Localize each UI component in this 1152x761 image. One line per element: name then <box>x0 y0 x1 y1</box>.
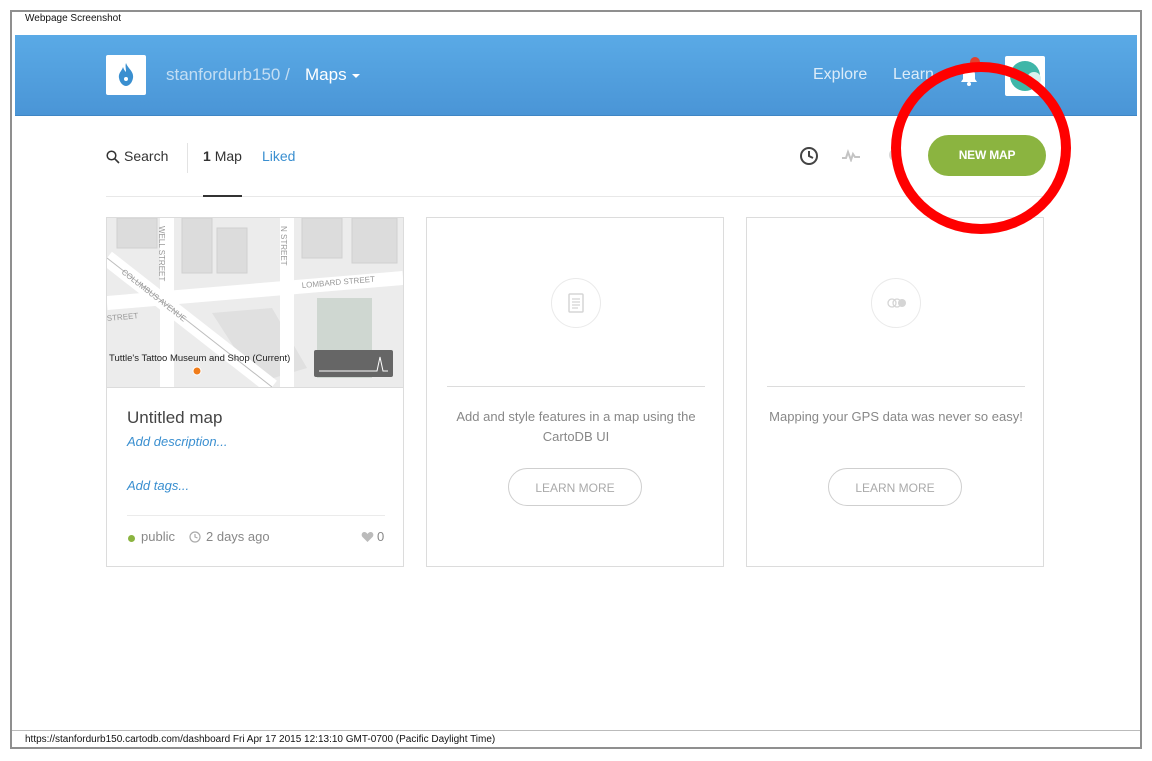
username-breadcrumb[interactable]: stanfordurb150 / <box>166 65 290 85</box>
tab-maps[interactable]: 1 Map <box>203 148 242 164</box>
divider <box>187 143 188 173</box>
privacy-label[interactable]: public <box>141 529 175 544</box>
place-label: Tuttle's Tattoo Museum and Shop (Current… <box>109 353 290 364</box>
map-point <box>192 366 202 376</box>
promo-text: Mapping your GPS data was never so easy! <box>769 409 1023 424</box>
map-thumbnail[interactable]: WELL STREET N STREET LOMBARD STREET COLU… <box>107 218 403 388</box>
street-label: WELL STREET <box>157 226 166 281</box>
learn-more-button[interactable]: LEARN MORE <box>508 468 642 506</box>
document-icon <box>551 278 601 328</box>
add-tags-link[interactable]: Add tags... <box>127 478 189 493</box>
map-preview: WELL STREET N STREET LOMBARD STREET COLU… <box>107 218 403 387</box>
street-label: N STREET <box>279 226 288 266</box>
like-count: 0 <box>377 529 385 544</box>
map-card[interactable]: WELL STREET N STREET LOMBARD STREET COLU… <box>106 217 404 567</box>
search-button[interactable]: Search <box>124 148 168 164</box>
map-title[interactable]: Untitled map <box>127 408 222 428</box>
screenshot-label: Webpage Screenshot <box>25 13 121 24</box>
promo-card-gps: Mapping your GPS data was never so easy!… <box>746 217 1044 567</box>
clock-icon[interactable] <box>799 146 819 166</box>
tab-liked[interactable]: Liked <box>262 148 295 164</box>
nav-explore-link[interactable]: Explore <box>813 66 867 84</box>
privacy-status-dot <box>128 535 135 542</box>
divider <box>447 386 705 387</box>
page-url-timestamp: https://stanfordurb150.cartodb.com/dashb… <box>25 734 496 745</box>
annotation-circle <box>891 62 1071 234</box>
divider <box>127 515 385 516</box>
divider <box>12 730 1140 731</box>
tab-maps-label: Map <box>214 148 242 164</box>
clock-icon <box>189 531 201 543</box>
learn-more-button[interactable]: LEARN MORE <box>828 468 962 506</box>
maps-dropdown-label[interactable]: Maps <box>305 65 347 85</box>
gps-track-icon <box>871 278 921 328</box>
activity-icon[interactable] <box>841 148 861 162</box>
promo-card-style: Add and style features in a map using th… <box>426 217 724 567</box>
map-count: 1 <box>203 148 211 164</box>
flame-icon <box>118 63 134 86</box>
promo-text: Add and style features in a map using th… <box>456 409 696 444</box>
divider <box>767 386 1025 387</box>
cartodb-logo[interactable] <box>106 55 146 95</box>
add-description-link[interactable]: Add description... <box>127 434 227 449</box>
search-icon[interactable] <box>106 150 120 164</box>
active-tab-indicator <box>203 195 242 197</box>
updated-time: 2 days ago <box>206 529 270 544</box>
chevron-down-icon[interactable] <box>352 74 360 78</box>
heart-icon[interactable] <box>361 531 374 543</box>
